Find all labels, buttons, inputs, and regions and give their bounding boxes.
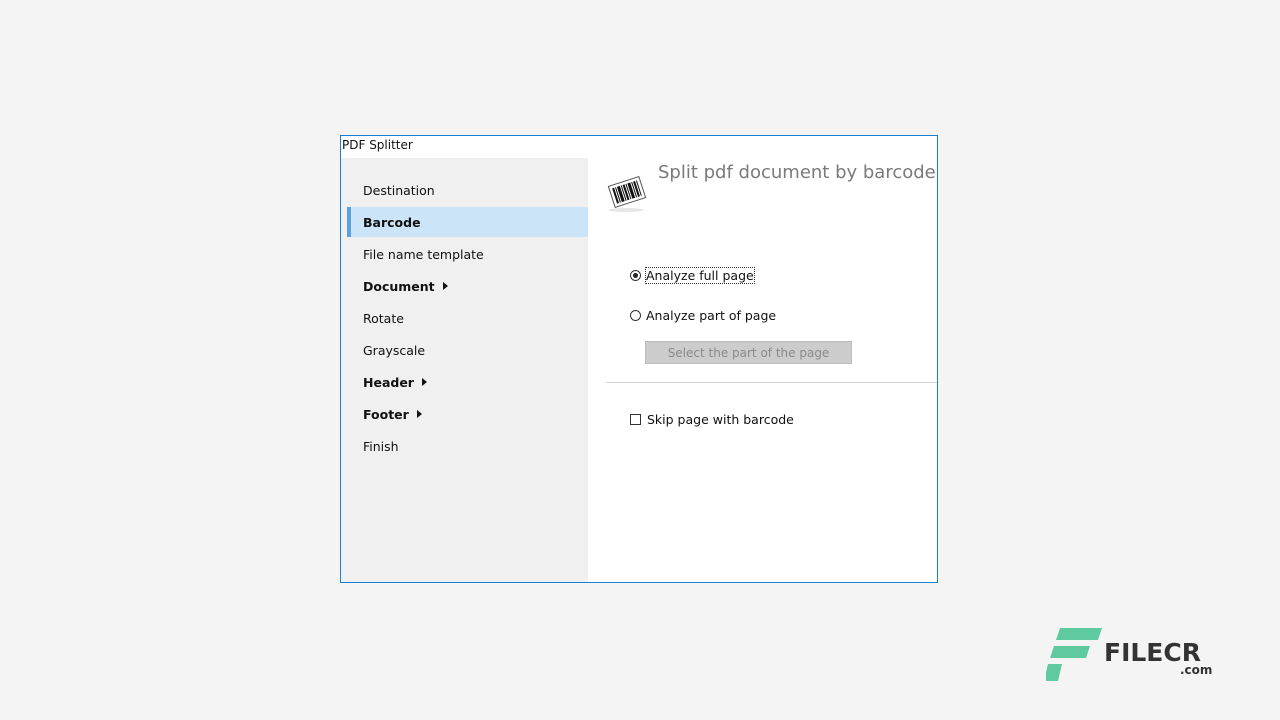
- barcode-icon: [607, 175, 647, 212]
- sidebar-item-label: Header: [363, 374, 414, 390]
- sidebar-item-destination[interactable]: Destination: [347, 175, 588, 205]
- app-window: PDF Splitter Destination Barcode File na…: [340, 135, 938, 583]
- sidebar-item-finish[interactable]: Finish: [347, 431, 588, 461]
- skip-page-checkbox[interactable]: [630, 413, 641, 425]
- filecr-watermark: FILECR .com: [1046, 628, 1216, 684]
- skip-page-option[interactable]: Skip page with barcode: [630, 410, 794, 428]
- sidebar: Destination Barcode File name template D…: [341, 158, 588, 582]
- sidebar-item-label: Barcode: [363, 214, 421, 230]
- filecr-logo-icon: [1046, 628, 1102, 681]
- sidebar-item-footer[interactable]: Footer: [347, 399, 588, 429]
- radio-full-page[interactable]: [630, 269, 641, 281]
- sidebar-item-label: Rotate: [363, 310, 404, 326]
- sidebar-item-label: Grayscale: [363, 342, 426, 358]
- sidebar-item-grayscale[interactable]: Grayscale: [347, 335, 588, 365]
- skip-page-label: Skip page with barcode: [647, 411, 794, 427]
- analyze-part-of-page-option[interactable]: Analyze part of page: [630, 306, 776, 324]
- sidebar-item-header[interactable]: Header: [347, 367, 588, 397]
- select-part-button[interactable]: Select the part of the page: [645, 341, 852, 364]
- content-panel: Split pdf document by barcode Analyze fu…: [588, 158, 937, 582]
- sidebar-item-label: Destination: [363, 182, 435, 198]
- sidebar-item-document[interactable]: Document: [347, 271, 588, 301]
- expand-arrow-icon: [442, 282, 448, 290]
- sidebar-item-label: Footer: [363, 406, 409, 422]
- sidebar-item-label: File name template: [363, 246, 484, 262]
- title-bar[interactable]: PDF Splitter: [341, 136, 937, 158]
- radio-part-page-label[interactable]: Analyze part of page: [646, 308, 776, 323]
- expand-arrow-icon: [421, 378, 427, 386]
- sidebar-item-label: Finish: [363, 438, 399, 454]
- sidebar-item-label: Document: [363, 278, 435, 294]
- window-title: PDF Splitter: [342, 138, 413, 152]
- watermark-domain: .com: [1180, 663, 1213, 677]
- sidebar-item-rotate[interactable]: Rotate: [347, 303, 588, 333]
- page-title: Split pdf document by barcode: [658, 162, 936, 183]
- radio-part-page[interactable]: [630, 309, 641, 321]
- radio-full-page-label[interactable]: Analyze full page: [645, 266, 755, 284]
- analyze-full-page-option[interactable]: Analyze full page: [630, 266, 755, 284]
- expand-arrow-icon: [416, 410, 422, 418]
- divider: [606, 382, 937, 383]
- sidebar-item-file-name-template[interactable]: File name template: [347, 239, 588, 269]
- sidebar-item-barcode[interactable]: Barcode: [347, 207, 588, 237]
